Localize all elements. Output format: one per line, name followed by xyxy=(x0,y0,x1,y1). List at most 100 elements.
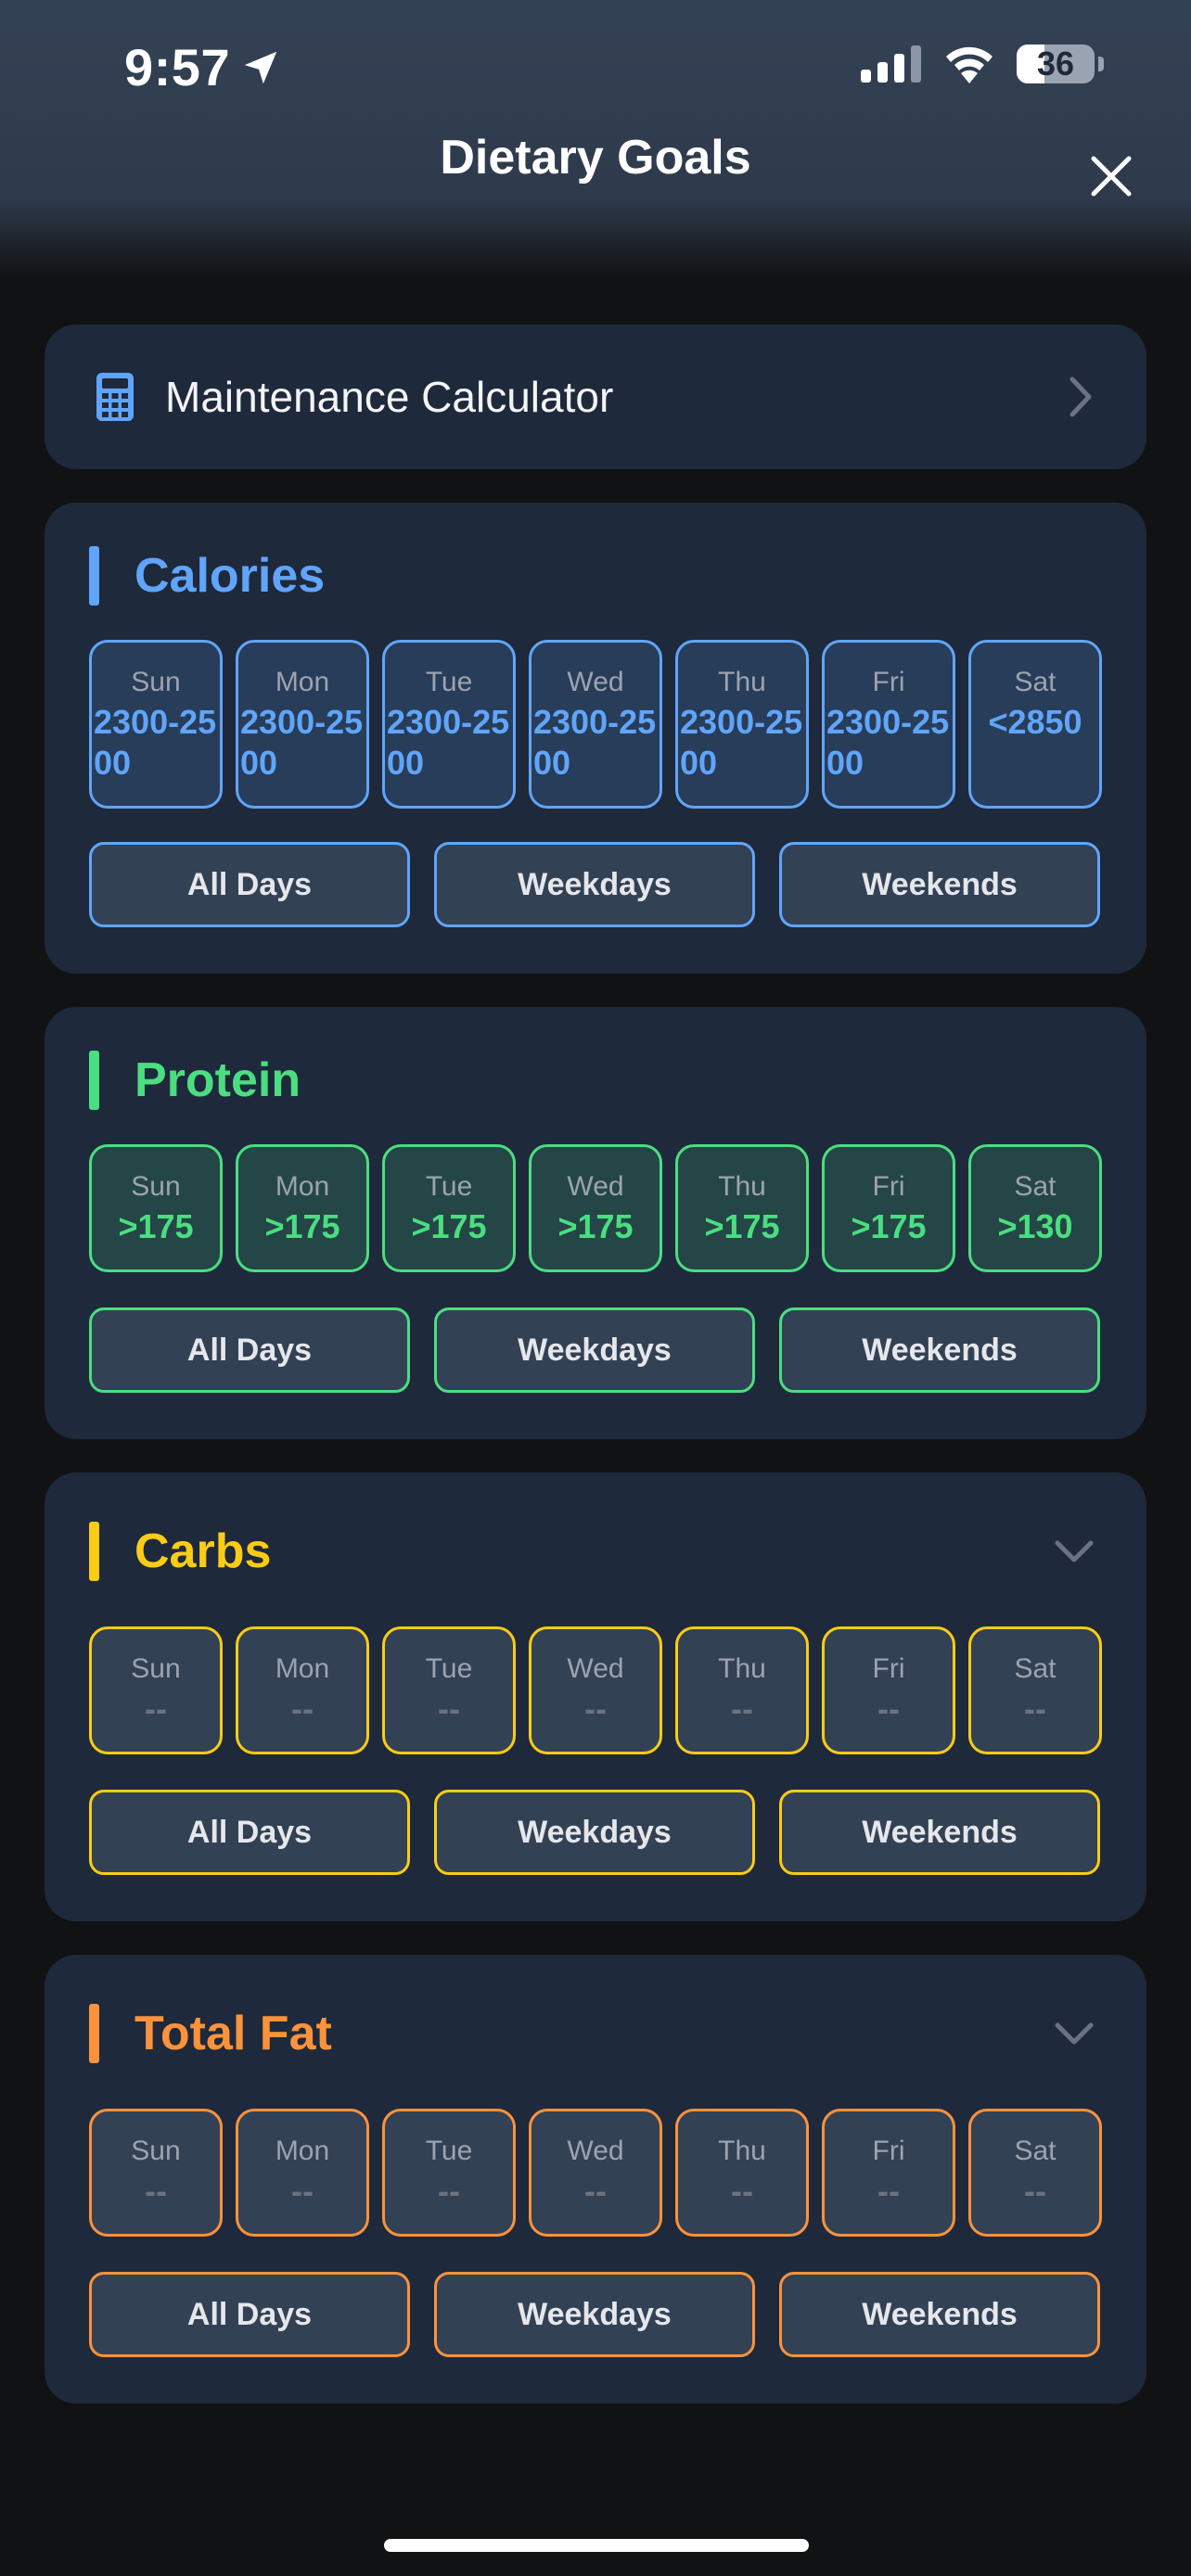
day-value: >175 xyxy=(557,1207,634,1245)
battery-icon: 36 xyxy=(1017,45,1095,83)
day-name: Sat xyxy=(1014,2136,1057,2166)
total-fat-day-sat[interactable]: Sat -- xyxy=(968,2109,1102,2237)
calories-day-sun[interactable]: Sun 2300-2500 xyxy=(89,640,223,809)
day-name: Mon xyxy=(275,2136,330,2166)
home-indicator xyxy=(384,2539,809,2552)
day-name: Mon xyxy=(275,1171,330,1202)
day-value: -- xyxy=(877,2172,900,2210)
day-value: -- xyxy=(731,2172,753,2210)
calories-presets: All Days Weekdays Weekends xyxy=(89,842,1100,927)
day-value: 2300-2500 xyxy=(680,703,803,782)
carbs-day-thu[interactable]: Thu -- xyxy=(675,1626,809,1754)
protein-day-thu[interactable]: Thu >175 xyxy=(675,1144,809,1272)
total-fat-header[interactable]: Total Fat xyxy=(89,2003,1102,2064)
total-fat-day-mon[interactable]: Mon -- xyxy=(236,2109,369,2237)
protein-header: Protein xyxy=(89,1050,1102,1111)
day-value: 2300-2500 xyxy=(826,703,950,782)
carbs-header[interactable]: Carbs xyxy=(89,1521,1102,1582)
day-value: 2300-2500 xyxy=(387,703,510,782)
day-name: Sat xyxy=(1014,667,1057,697)
calories-day-wed[interactable]: Wed 2300-2500 xyxy=(529,640,662,809)
day-name: Tue xyxy=(425,667,473,697)
total-fat-expand-button[interactable] xyxy=(1046,2006,1102,2061)
total-fat-day-wed[interactable]: Wed -- xyxy=(529,2109,662,2237)
carbs-day-sat[interactable]: Sat -- xyxy=(968,1626,1102,1754)
total-fat-accent-bar xyxy=(89,2004,99,2063)
day-name: Sun xyxy=(131,1653,181,1684)
calories-day-mon[interactable]: Mon 2300-2500 xyxy=(236,640,369,809)
cellular-signal-icon xyxy=(861,45,921,83)
day-value: -- xyxy=(1024,1690,1046,1728)
battery-level: 36 xyxy=(1036,45,1075,83)
carbs-presets: All Days Weekdays Weekends xyxy=(89,1790,1100,1875)
total-fat-day-thu[interactable]: Thu -- xyxy=(675,2109,809,2237)
total-fat-day-fri[interactable]: Fri -- xyxy=(822,2109,955,2237)
day-value: -- xyxy=(584,2172,607,2210)
carbs-preset-weekdays-button[interactable]: Weekdays xyxy=(434,1790,755,1875)
protein-day-sun[interactable]: Sun >175 xyxy=(89,1144,223,1272)
carbs-day-fri[interactable]: Fri -- xyxy=(822,1626,955,1754)
protein-day-values: Sun >175 Mon >175 Tue >175 Wed >175 Thu >175 Fri >1… xyxy=(89,1144,1102,1272)
page-title: Dietary Goals xyxy=(440,131,751,185)
day-value: >130 xyxy=(997,1207,1073,1245)
carbs-day-values: Sun -- Mon -- Tue -- Wed -- Thu -- Fri -- Sat -- xyxy=(89,1626,1102,1754)
day-name: Sat xyxy=(1014,1653,1057,1684)
day-name: Tue xyxy=(425,1171,473,1202)
total-fat-day-sun[interactable]: Sun -- xyxy=(89,2109,223,2237)
day-name: Fri xyxy=(872,1653,905,1684)
protein-day-fri[interactable]: Fri >175 xyxy=(822,1144,955,1272)
protein-preset-weekdays-button[interactable]: Weekdays xyxy=(434,1307,755,1393)
day-name: Mon xyxy=(275,1653,330,1684)
close-button[interactable] xyxy=(1083,148,1139,204)
total-fat-day-tue[interactable]: Tue -- xyxy=(382,2109,516,2237)
maintenance-calculator-row[interactable]: Maintenance Calculator xyxy=(45,325,1146,469)
day-value: -- xyxy=(438,2172,460,2210)
protein-day-sat[interactable]: Sat >130 xyxy=(968,1144,1102,1272)
day-name: Fri xyxy=(872,1171,905,1202)
carbs-day-tue[interactable]: Tue -- xyxy=(382,1626,516,1754)
chevron-down-icon xyxy=(1055,2022,1094,2045)
carbs-preset-weekends-button[interactable]: Weekends xyxy=(779,1790,1100,1875)
protein-day-wed[interactable]: Wed >175 xyxy=(529,1144,662,1272)
total-fat-presets: All Days Weekdays Weekends xyxy=(89,2272,1100,2357)
total-fat-title: Total Fat xyxy=(134,2007,332,2060)
calories-preset-weekends-button[interactable]: Weekends xyxy=(779,842,1100,927)
calories-day-fri[interactable]: Fri 2300-2500 xyxy=(822,640,955,809)
carbs-expand-button[interactable] xyxy=(1046,1524,1102,1579)
calories-day-tue[interactable]: Tue 2300-2500 xyxy=(382,640,516,809)
day-name: Mon xyxy=(275,667,330,697)
day-value: <2850 xyxy=(988,703,1082,741)
protein-day-mon[interactable]: Mon >175 xyxy=(236,1144,369,1272)
calories-preset-weekdays-button[interactable]: Weekdays xyxy=(434,842,755,927)
calories-day-values: Sun 2300-2500 Mon 2300-2500 Tue 2300-2500 Wed 2… xyxy=(89,640,1102,809)
carbs-preset-all-days-button[interactable]: All Days xyxy=(89,1790,410,1875)
carbs-day-sun[interactable]: Sun -- xyxy=(89,1626,223,1754)
total-fat-preset-weekdays-button[interactable]: Weekdays xyxy=(434,2272,755,2357)
day-name: Sat xyxy=(1014,1171,1057,1202)
day-value: >175 xyxy=(118,1207,194,1245)
day-value: -- xyxy=(145,1690,167,1728)
protein-preset-weekends-button[interactable]: Weekends xyxy=(779,1307,1100,1393)
day-value: -- xyxy=(291,2172,314,2210)
calories-header: Calories xyxy=(89,545,1102,606)
carbs-day-mon[interactable]: Mon -- xyxy=(236,1626,369,1754)
day-value: 2300-2500 xyxy=(94,703,217,782)
protein-preset-all-days-button[interactable]: All Days xyxy=(89,1307,410,1393)
day-value: -- xyxy=(145,2172,167,2210)
protein-title: Protein xyxy=(134,1053,301,1107)
wifi-icon xyxy=(946,46,992,83)
carbs-day-wed[interactable]: Wed -- xyxy=(529,1626,662,1754)
protein-day-tue[interactable]: Tue >175 xyxy=(382,1144,516,1272)
total-fat-preset-weekends-button[interactable]: Weekends xyxy=(779,2272,1100,2357)
calories-day-sat[interactable]: Sat <2850 xyxy=(968,640,1102,809)
day-name: Fri xyxy=(872,667,905,697)
status-icons: 36 xyxy=(861,45,1104,83)
carbs-accent-bar xyxy=(89,1522,99,1581)
total-fat-preset-all-days-button[interactable]: All Days xyxy=(89,2272,410,2357)
calories-day-thu[interactable]: Thu 2300-2500 xyxy=(675,640,809,809)
day-name: Thu xyxy=(718,2136,766,2166)
calories-preset-all-days-button[interactable]: All Days xyxy=(89,842,410,927)
day-name: Tue xyxy=(425,2136,473,2166)
close-icon xyxy=(1091,156,1132,197)
day-name: Wed xyxy=(567,2136,624,2166)
